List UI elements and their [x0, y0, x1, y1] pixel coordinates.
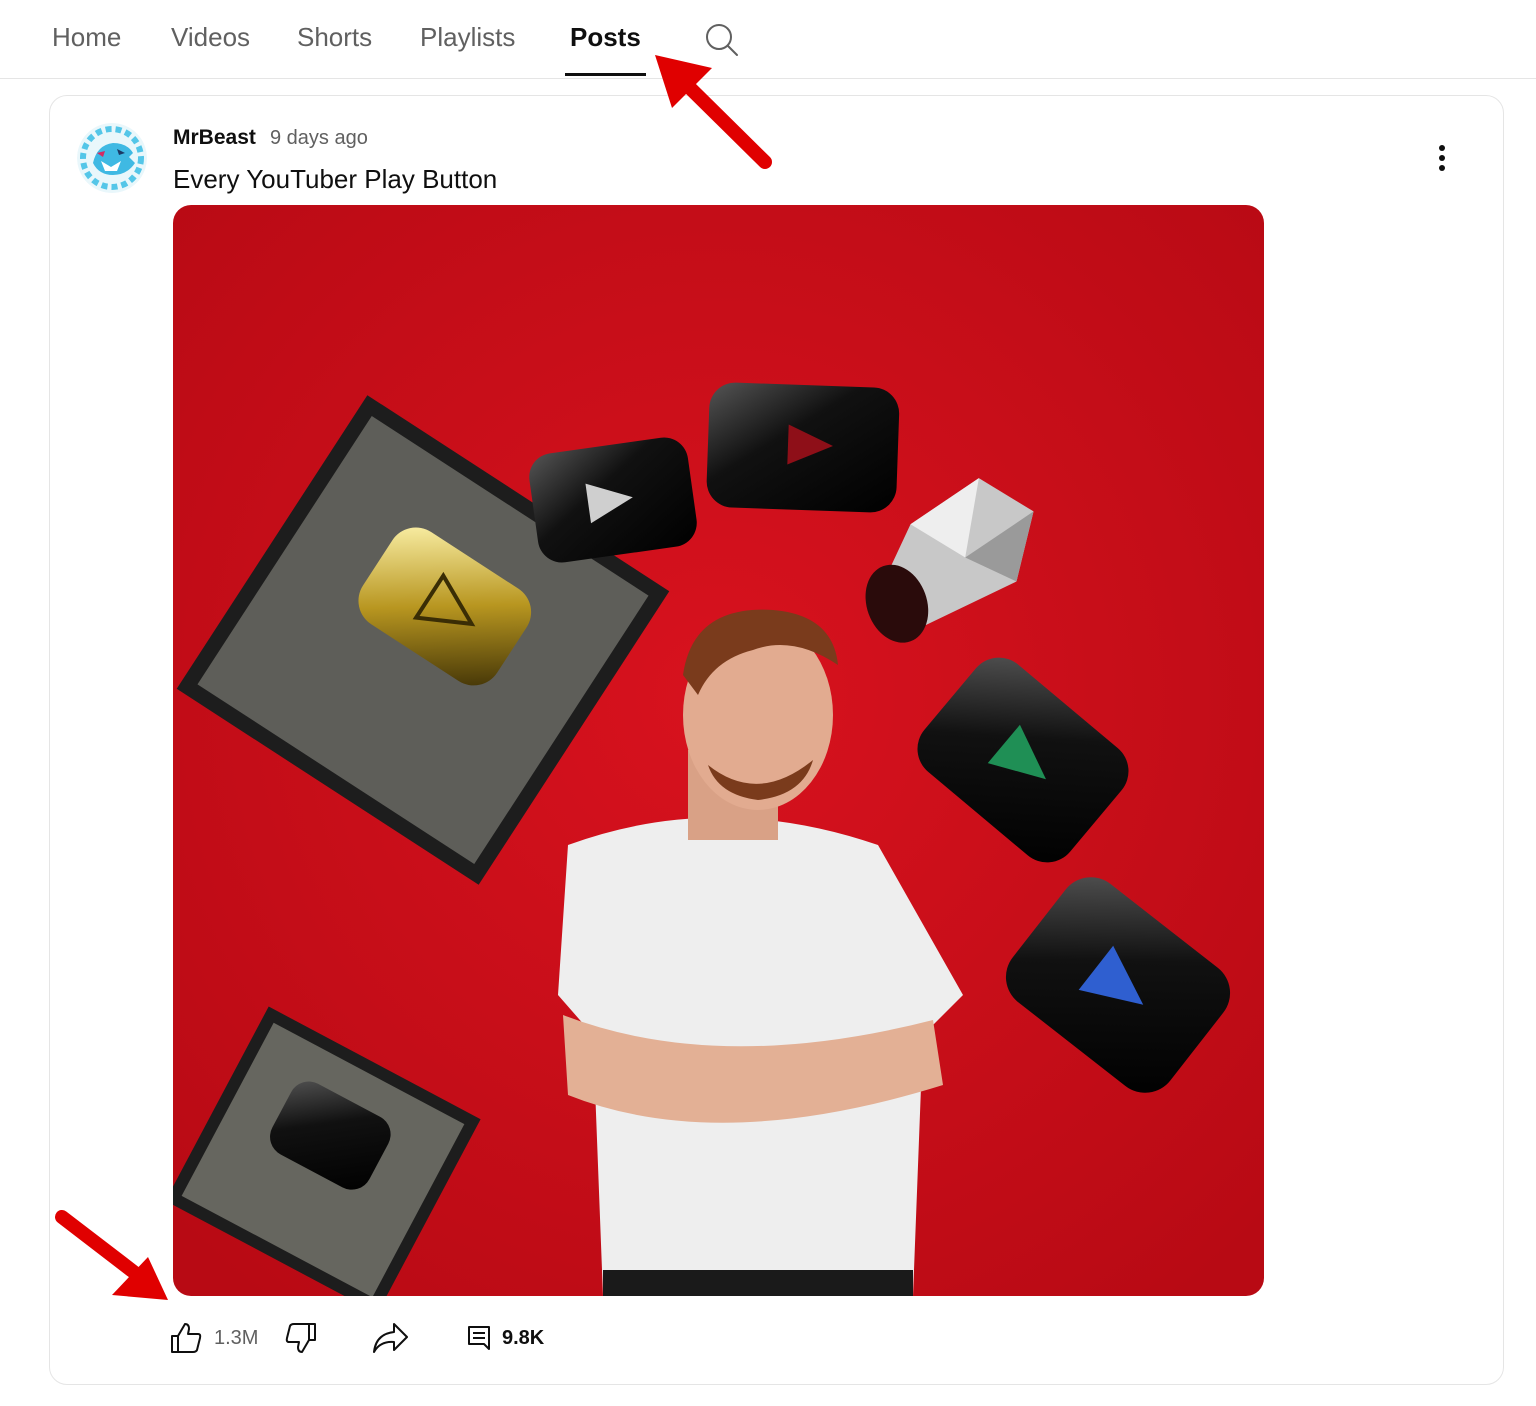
play-buttons-photo — [173, 205, 1264, 1296]
share-icon — [373, 1323, 408, 1353]
like-button[interactable]: 1.3M — [168, 1318, 258, 1358]
comment-count: 9.8K — [502, 1326, 545, 1349]
post-time[interactable]: 9 days ago — [270, 127, 368, 150]
search-icon — [706, 24, 738, 56]
more-vert-icon — [1439, 145, 1445, 171]
comment-icon — [468, 1326, 490, 1350]
dislike-button[interactable] — [283, 1318, 319, 1358]
comments-button[interactable]: 9.8K — [466, 1318, 544, 1358]
tab-playlists[interactable]: Playlists — [420, 22, 515, 53]
channel-tabs: Home Videos Shorts Playlists Posts — [0, 0, 1536, 79]
post-image[interactable] — [173, 205, 1264, 1296]
tab-videos[interactable]: Videos — [171, 22, 250, 53]
active-tab-indicator — [565, 73, 646, 76]
post-title: Every YouTuber Play Button — [173, 164, 498, 194]
tab-shorts[interactable]: Shorts — [297, 22, 372, 53]
avatar[interactable] — [77, 123, 147, 193]
post-author[interactable]: MrBeast — [173, 126, 256, 150]
share-button[interactable] — [370, 1318, 410, 1358]
like-count: 1.3M — [214, 1326, 259, 1349]
thumbs-down-icon — [285, 1323, 316, 1353]
more-options-button[interactable] — [1422, 138, 1462, 178]
beast-logo-icon — [77, 123, 147, 193]
thumbs-up-icon — [171, 1323, 202, 1353]
search-button[interactable] — [702, 20, 740, 58]
tab-home[interactable]: Home — [52, 22, 121, 53]
tab-posts[interactable]: Posts — [570, 22, 641, 53]
